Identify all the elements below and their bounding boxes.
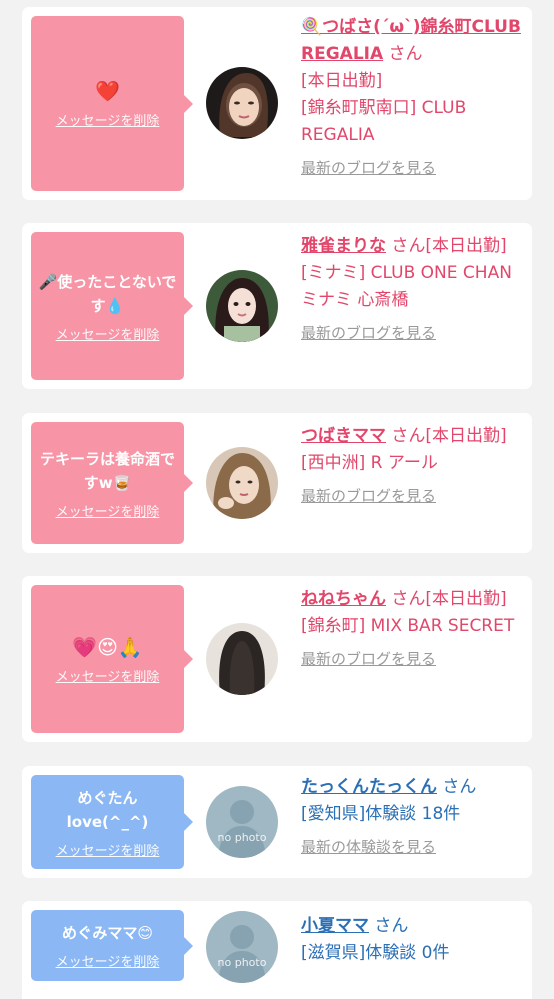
message-text: 💗😍🙏 xyxy=(72,634,143,659)
sender-name-link[interactable]: 小夏ママ xyxy=(301,916,369,936)
delete-message-link[interactable]: メッセージを削除 xyxy=(56,951,160,970)
latest-blog-link[interactable]: 最新のブログを見る xyxy=(301,155,526,181)
avatar[interactable] xyxy=(206,67,278,139)
avatar-photo-icon xyxy=(206,623,278,695)
message-card: 🎤使ったことないです💧 メッセージを削除 雅雀まりな さん[本日出勤] [ミナミ… xyxy=(22,223,532,389)
message-bubble: 💗😍🙏 メッセージを削除 xyxy=(31,585,193,733)
review-count-text: [愛知県]体験談 18件 xyxy=(301,804,461,824)
sender-name-link[interactable]: ねねちゃん xyxy=(301,589,386,609)
avatar[interactable] xyxy=(206,623,278,695)
sender-name-link[interactable]: つばきママ xyxy=(301,426,386,446)
location-text: [西中洲] R アール xyxy=(301,453,438,473)
no-photo-silhouette-icon xyxy=(206,911,278,983)
message-card: めぐたんlove(^_^) メッセージを削除 no photo たっくんたっくん… xyxy=(22,766,532,878)
message-text: 🎤使ったことないです💧 xyxy=(38,272,177,315)
avatar-photo-icon xyxy=(206,270,278,342)
latest-blog-link[interactable]: 最新のブログを見る xyxy=(301,646,526,672)
no-photo-label: no photo xyxy=(217,956,267,969)
honorific: さん[本日出勤] xyxy=(391,589,507,609)
delete-message-link[interactable]: メッセージを削除 xyxy=(56,666,160,685)
avatar-photo-icon xyxy=(206,67,278,139)
message-bubble: 🎤使ったことないです💧 メッセージを削除 xyxy=(31,232,193,380)
delete-message-link[interactable]: メッセージを削除 xyxy=(56,110,160,129)
sender-info: 🍭つばさ(´ω`)錦糸町CLUB REGALIA さん [本日出勤] [錦糸町駅… xyxy=(301,14,526,181)
no-photo-label: no photo xyxy=(217,831,267,844)
message-text: めぐみママ😊 xyxy=(61,924,154,942)
no-photo-silhouette-icon xyxy=(206,786,278,858)
honorific: さん xyxy=(442,777,477,797)
honorific: さん[本日出勤] xyxy=(391,426,507,446)
message-text: ❤️ xyxy=(95,79,120,103)
avatar[interactable]: no photo xyxy=(206,786,278,858)
sender-info: ねねちゃん さん[本日出勤] [錦糸町] MIX BAR SECRET 最新のブ… xyxy=(301,586,526,672)
latest-blog-link[interactable]: 最新のブログを見る xyxy=(301,320,526,346)
location-text: [錦糸町] MIX BAR SECRET xyxy=(301,616,515,636)
sender-info: 小夏ママ さん [滋賀県]体験談 0件 xyxy=(301,913,526,967)
avatar[interactable] xyxy=(206,447,278,519)
sender-info: つばきママ さん[本日出勤] [西中洲] R アール 最新のブログを見る xyxy=(301,423,526,509)
sender-name-link[interactable]: 雅雀まりな xyxy=(301,236,386,256)
status-text: [本日出勤] xyxy=(301,71,383,91)
avatar[interactable]: no photo xyxy=(206,911,278,983)
delete-message-link[interactable]: メッセージを削除 xyxy=(56,324,160,343)
message-text: テキーラは養命酒ですw🥃 xyxy=(39,449,175,492)
message-bubble: テキーラは養命酒ですw🥃 メッセージを削除 xyxy=(31,422,193,544)
review-count-text: [滋賀県]体験談 0件 xyxy=(301,943,450,963)
message-bubble: めぐたんlove(^_^) メッセージを削除 xyxy=(31,775,193,869)
sender-info: 雅雀まりな さん[本日出勤] [ミナミ] CLUB ONE CHAN ミナミ 心… xyxy=(301,233,526,346)
latest-review-link[interactable]: 最新の体験談を見る xyxy=(301,834,526,860)
sender-info: たっくんたっくん さん [愛知県]体験談 18件 最新の体験談を見る xyxy=(301,774,526,860)
avatar[interactable] xyxy=(206,270,278,342)
location-text: [錦糸町駅南口] CLUB REGALIA xyxy=(301,98,467,145)
honorific: さん[本日出勤] xyxy=(391,236,507,256)
message-card: テキーラは養命酒ですw🥃 メッセージを削除 つばきママ さん[本日出勤] [西中… xyxy=(22,413,532,553)
message-card: 💗😍🙏 メッセージを削除 ねねちゃん さん[本日出勤] [錦糸町] MIX BA… xyxy=(22,576,532,742)
message-card: ❤️ メッセージを削除 🍭つばさ(´ω`)錦糸町CLUB REGALIA さん … xyxy=(22,7,532,200)
honorific: さん xyxy=(388,44,423,64)
delete-message-link[interactable]: メッセージを削除 xyxy=(56,840,160,859)
message-text: めぐたんlove(^_^) xyxy=(66,788,149,831)
avatar-photo-icon xyxy=(206,447,278,519)
message-bubble: めぐみママ😊 メッセージを削除 xyxy=(31,910,193,981)
latest-blog-link[interactable]: 最新のブログを見る xyxy=(301,483,526,509)
message-bubble: ❤️ メッセージを削除 xyxy=(31,16,193,191)
location-text: [ミナミ] CLUB ONE CHAN ミナミ 心斎橋 xyxy=(301,263,512,310)
delete-message-link[interactable]: メッセージを削除 xyxy=(56,501,160,520)
honorific: さん xyxy=(374,916,409,936)
sender-name-link[interactable]: たっくんたっくん xyxy=(301,777,437,797)
message-card: めぐみママ😊 メッセージを削除 no photo 小夏ママ さん [滋賀県]体験… xyxy=(22,901,532,999)
